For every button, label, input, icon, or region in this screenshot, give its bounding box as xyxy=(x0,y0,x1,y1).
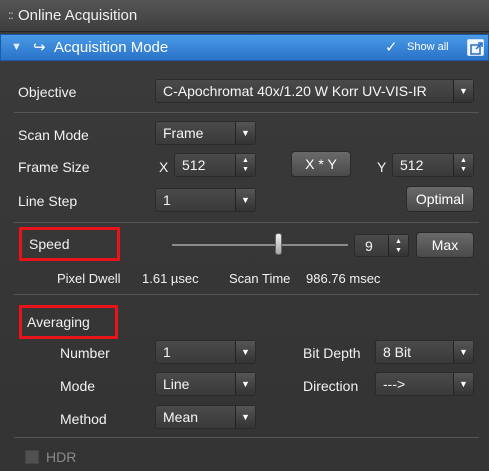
divider xyxy=(14,437,479,438)
frame-x-spinbox[interactable]: 512 ▲ ▼ xyxy=(174,153,256,177)
spin-arrows-icon[interactable]: ▲ ▼ xyxy=(388,235,408,256)
frame-size-label: Frame Size xyxy=(18,159,90,175)
objective-value: C-Apochromat 40x/1.20 W Korr UV-VIS-IR xyxy=(163,83,427,99)
acquisition-panel: :: Online Acquisition ▼ ↪ Acquisition Mo… xyxy=(0,0,489,471)
frame-y-spinbox[interactable]: 512 ▲ ▼ xyxy=(392,153,474,177)
spin-arrows-icon[interactable]: ▲ ▼ xyxy=(453,154,473,176)
frame-x-value: 512 xyxy=(182,157,206,173)
panel-title: Online Acquisition xyxy=(18,7,138,24)
speed-spinbox[interactable]: 9 ▲ ▼ xyxy=(354,234,409,257)
scan-time-value: 986.76 msec xyxy=(306,271,381,286)
scan-time-label: Scan Time xyxy=(229,271,291,286)
speed-slider-thumb[interactable] xyxy=(274,233,282,255)
avg-mode-label: Mode xyxy=(60,378,96,394)
showall-label[interactable]: Show all xyxy=(407,41,449,53)
direction-label: Direction xyxy=(303,378,359,394)
bit-depth-value: 8 Bit xyxy=(383,344,412,360)
avg-number-label: Number xyxy=(60,345,110,361)
scan-mode-label: Scan Mode xyxy=(18,127,89,143)
line-step-combobox[interactable]: 1 ▼ xyxy=(155,188,256,212)
optimal-button[interactable]: Optimal xyxy=(406,186,474,212)
bit-depth-label: Bit Depth xyxy=(303,345,361,361)
tool-arrow-icon: ↪ xyxy=(33,39,46,56)
bit-depth-combobox[interactable]: 8 Bit ▼ xyxy=(375,340,474,364)
objective-combobox[interactable]: C-Apochromat 40x/1.20 W Korr UV-VIS-IR ▼ xyxy=(155,79,474,103)
scan-mode-combobox[interactable]: Frame ▼ xyxy=(155,121,256,145)
pixel-dwell-label: Pixel Dwell xyxy=(57,271,121,286)
chevron-down-icon[interactable]: ▼ xyxy=(235,189,255,211)
avg-method-label: Method xyxy=(60,411,107,427)
speed-max-button[interactable]: Max xyxy=(416,232,474,258)
divider xyxy=(14,222,479,223)
acquisition-mode-header[interactable]: ▼ ↪ Acquisition Mode ✓ Show all xyxy=(0,34,489,61)
averaging-label: Averaging xyxy=(27,314,90,330)
pixel-dwell-value: 1.61 µsec xyxy=(142,271,199,286)
x-times-y-button[interactable]: X * Y xyxy=(291,151,351,177)
speed-value: 9 xyxy=(365,238,373,254)
chevron-down-icon[interactable]: ▼ xyxy=(235,373,255,395)
avg-method-value: Mean xyxy=(163,409,199,425)
direction-value: ---> xyxy=(383,376,406,392)
avg-number-combobox[interactable]: 1 ▼ xyxy=(155,340,256,364)
chevron-down-icon[interactable]: ▼ xyxy=(453,341,473,363)
speed-slider-track[interactable] xyxy=(172,244,348,246)
collapse-chevron-icon[interactable]: ▼ xyxy=(11,41,22,53)
panel-titlebar: :: Online Acquisition xyxy=(0,0,489,32)
speed-label: Speed xyxy=(29,236,70,252)
popout-icon[interactable] xyxy=(467,39,484,56)
showall-check-icon[interactable]: ✓ xyxy=(385,38,398,56)
section-title: Acquisition Mode xyxy=(54,39,169,56)
scan-mode-value: Frame xyxy=(163,125,204,141)
avg-mode-combobox[interactable]: Line ▼ xyxy=(155,372,256,396)
line-step-value: 1 xyxy=(163,192,171,208)
frame-y-label: Y xyxy=(377,159,387,175)
divider xyxy=(14,294,479,295)
frame-x-label: X xyxy=(159,159,169,175)
avg-mode-value: Line xyxy=(163,376,190,392)
chevron-down-icon[interactable]: ▼ xyxy=(453,373,473,395)
panel-content: Objective C-Apochromat 40x/1.20 W Korr U… xyxy=(0,62,489,471)
chevron-down-icon[interactable]: ▼ xyxy=(235,341,255,363)
direction-combobox[interactable]: ---> ▼ xyxy=(375,372,474,396)
grip-icon[interactable]: :: xyxy=(8,8,14,22)
chevron-down-icon[interactable]: ▼ xyxy=(235,122,255,144)
hdr-checkbox[interactable] xyxy=(25,450,39,464)
spin-arrows-icon[interactable]: ▲ ▼ xyxy=(235,154,255,176)
avg-number-value: 1 xyxy=(163,344,171,360)
chevron-down-icon[interactable]: ▼ xyxy=(453,80,473,102)
line-step-label: Line Step xyxy=(18,193,78,209)
divider xyxy=(14,112,479,113)
frame-y-value: 512 xyxy=(400,157,424,173)
avg-method-combobox[interactable]: Mean ▼ xyxy=(155,405,256,429)
hdr-label: HDR xyxy=(46,449,77,465)
chevron-down-icon[interactable]: ▼ xyxy=(235,406,255,428)
objective-label: Objective xyxy=(18,84,77,100)
